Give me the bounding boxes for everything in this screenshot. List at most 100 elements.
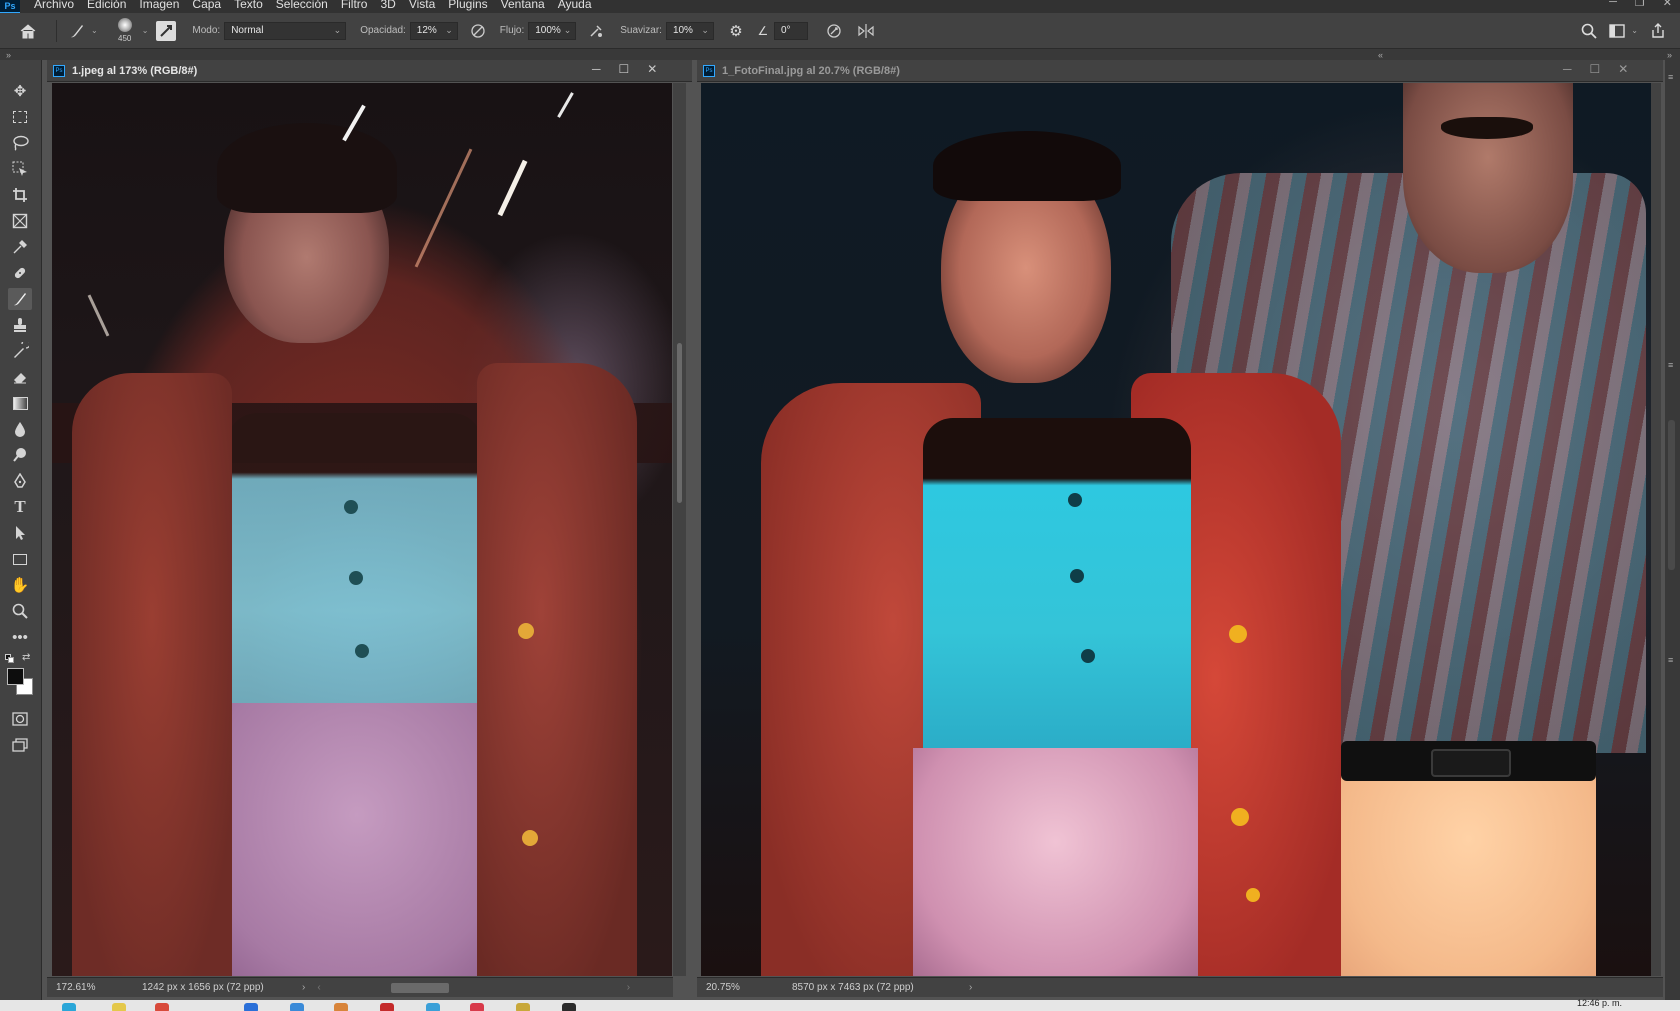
taskbar-app-icon[interactable]: [334, 1003, 348, 1011]
eyedropper-tool-icon[interactable]: [8, 236, 32, 258]
chevron-down-icon[interactable]: ⌄: [1631, 26, 1638, 35]
panel-menu-icon[interactable]: ≡: [1668, 360, 1673, 370]
workspace-icon[interactable]: [1603, 23, 1631, 38]
hand-tool-icon[interactable]: ✋: [8, 574, 32, 596]
document-tab-2[interactable]: Ps 1_FotoFinal.jpg al 20.7% (RGB/8#) ─ ☐…: [697, 60, 1663, 82]
minimize-icon[interactable]: ─: [1609, 0, 1617, 9]
foreground-color-swatch[interactable]: [7, 668, 24, 685]
healing-brush-tool-icon[interactable]: [8, 262, 32, 284]
vertical-scrollbar[interactable]: [673, 83, 686, 976]
pen-tool-icon[interactable]: [8, 470, 32, 492]
menu-3d[interactable]: 3D: [380, 0, 395, 11]
history-brush-tool-icon[interactable]: [8, 340, 32, 362]
swap-colors-icon[interactable]: ⇄: [22, 652, 30, 663]
brush-preset-picker[interactable]: 450: [110, 15, 140, 47]
airbrush-icon[interactable]: [582, 23, 610, 39]
frame-tool-icon[interactable]: [8, 210, 32, 232]
color-swatches[interactable]: [7, 668, 41, 700]
restore-icon[interactable]: ❐: [1635, 0, 1645, 9]
final-photo-canvas[interactable]: [701, 83, 1651, 976]
close-icon[interactable]: ✕: [647, 62, 657, 76]
dodge-tool-icon[interactable]: [8, 444, 32, 466]
panel-scrollbar[interactable]: [1668, 420, 1675, 570]
move-tool-icon[interactable]: ✥: [8, 80, 32, 102]
menu-filtro[interactable]: Filtro: [341, 0, 368, 11]
default-colors-icon[interactable]: [5, 654, 15, 663]
symmetry-icon[interactable]: [852, 23, 880, 39]
taskbar-app-icon[interactable]: [155, 1003, 169, 1011]
home-icon[interactable]: [8, 16, 48, 46]
horizontal-scrollbar-thumb[interactable]: [390, 982, 449, 993]
clone-stamp-tool-icon[interactable]: [8, 314, 32, 336]
marquee-tool-icon[interactable]: [8, 106, 32, 128]
taskbar-app-icon[interactable]: [112, 1003, 126, 1011]
type-tool-icon[interactable]: T: [8, 496, 32, 518]
expand-toolbar-icon[interactable]: »: [6, 50, 11, 60]
rectangle-tool-icon[interactable]: [8, 548, 32, 570]
zoom-tool-icon[interactable]: [8, 600, 32, 622]
taskbar-app-icon[interactable]: [516, 1003, 530, 1011]
zoom-level[interactable]: 172.61%: [56, 982, 132, 993]
close-icon[interactable]: ✕: [1663, 0, 1672, 9]
path-selection-tool-icon[interactable]: [8, 522, 32, 544]
quick-mask-icon[interactable]: [8, 708, 32, 730]
chevron-right-icon[interactable]: ›: [627, 982, 630, 993]
collapse-panels-icon[interactable]: «: [1378, 50, 1383, 60]
chevron-down-icon[interactable]: ⌄: [142, 26, 149, 35]
minimize-icon[interactable]: ─: [592, 62, 601, 76]
close-icon[interactable]: ✕: [1618, 62, 1628, 76]
taskbar-app-icon[interactable]: [244, 1003, 258, 1011]
menu-ventana[interactable]: Ventana: [501, 0, 545, 11]
menu-archivo[interactable]: Archivo: [34, 0, 74, 11]
menu-ayuda[interactable]: Ayuda: [558, 0, 592, 11]
menu-vista[interactable]: Vista: [409, 0, 435, 11]
minimize-icon[interactable]: ─: [1563, 62, 1572, 76]
brush-settings-icon[interactable]: [156, 20, 177, 41]
search-icon[interactable]: [1575, 23, 1603, 39]
menu-texto[interactable]: Texto: [234, 0, 263, 11]
menu-capa[interactable]: Capa: [192, 0, 221, 11]
chevron-right-icon[interactable]: ›: [969, 982, 972, 993]
menu-edicion[interactable]: Edición: [87, 0, 126, 11]
lasso-tool-icon[interactable]: [8, 132, 32, 154]
expand-panels-icon[interactable]: »: [1667, 50, 1672, 60]
chevron-down-icon[interactable]: ⌄: [91, 26, 98, 35]
gear-icon[interactable]: ⚙: [722, 22, 750, 40]
chevron-left-icon[interactable]: ‹: [317, 982, 320, 993]
flow-field[interactable]: 100% ⌄: [528, 21, 577, 40]
brush-icon[interactable]: [65, 22, 89, 40]
screen-mode-icon[interactable]: [8, 734, 32, 756]
brush-tool-icon[interactable]: [8, 288, 32, 310]
menu-plugins[interactable]: Plugins: [448, 0, 487, 11]
object-selection-tool-icon[interactable]: [8, 158, 32, 180]
taskbar-app-icon[interactable]: [470, 1003, 484, 1011]
menu-imagen[interactable]: Imagen: [139, 0, 179, 11]
taskbar-app-icon[interactable]: [290, 1003, 304, 1011]
mode-select[interactable]: Normal ⌄: [224, 21, 347, 40]
taskbar-app-icon[interactable]: [380, 1003, 394, 1011]
blur-tool-icon[interactable]: [8, 418, 32, 440]
maximize-icon[interactable]: ☐: [619, 62, 630, 76]
more-tools-icon[interactable]: •••: [8, 626, 32, 648]
taskbar-app-icon[interactable]: [62, 1003, 76, 1011]
opacity-field[interactable]: 12% ⌄: [409, 21, 458, 40]
taskbar-clock[interactable]: 12:46 p. m.: [1577, 998, 1622, 1008]
pressure-size-icon[interactable]: [820, 23, 848, 39]
original-photo-canvas[interactable]: [52, 83, 672, 976]
panel-menu-icon[interactable]: ≡: [1668, 72, 1673, 82]
eraser-tool-icon[interactable]: [8, 366, 32, 388]
taskbar-app-icon[interactable]: [426, 1003, 440, 1011]
crop-tool-icon[interactable]: [8, 184, 32, 206]
panel-menu-icon[interactable]: ≡: [1668, 655, 1673, 665]
document-tab-1[interactable]: Ps 1.jpeg al 173% (RGB/8#) ─ ☐ ✕: [47, 60, 692, 82]
menu-seleccion[interactable]: Selección: [276, 0, 328, 11]
maximize-icon[interactable]: ☐: [1590, 62, 1601, 76]
chevron-right-icon[interactable]: ›: [302, 982, 305, 993]
angle-field[interactable]: 0°: [773, 21, 808, 40]
vertical-scrollbar[interactable]: [1651, 83, 1661, 976]
share-icon[interactable]: [1644, 22, 1672, 39]
scrollbar-thumb[interactable]: [677, 343, 682, 503]
pressure-opacity-icon[interactable]: [464, 23, 492, 39]
taskbar-app-icon[interactable]: [562, 1003, 576, 1011]
zoom-level[interactable]: 20.75%: [706, 982, 792, 993]
